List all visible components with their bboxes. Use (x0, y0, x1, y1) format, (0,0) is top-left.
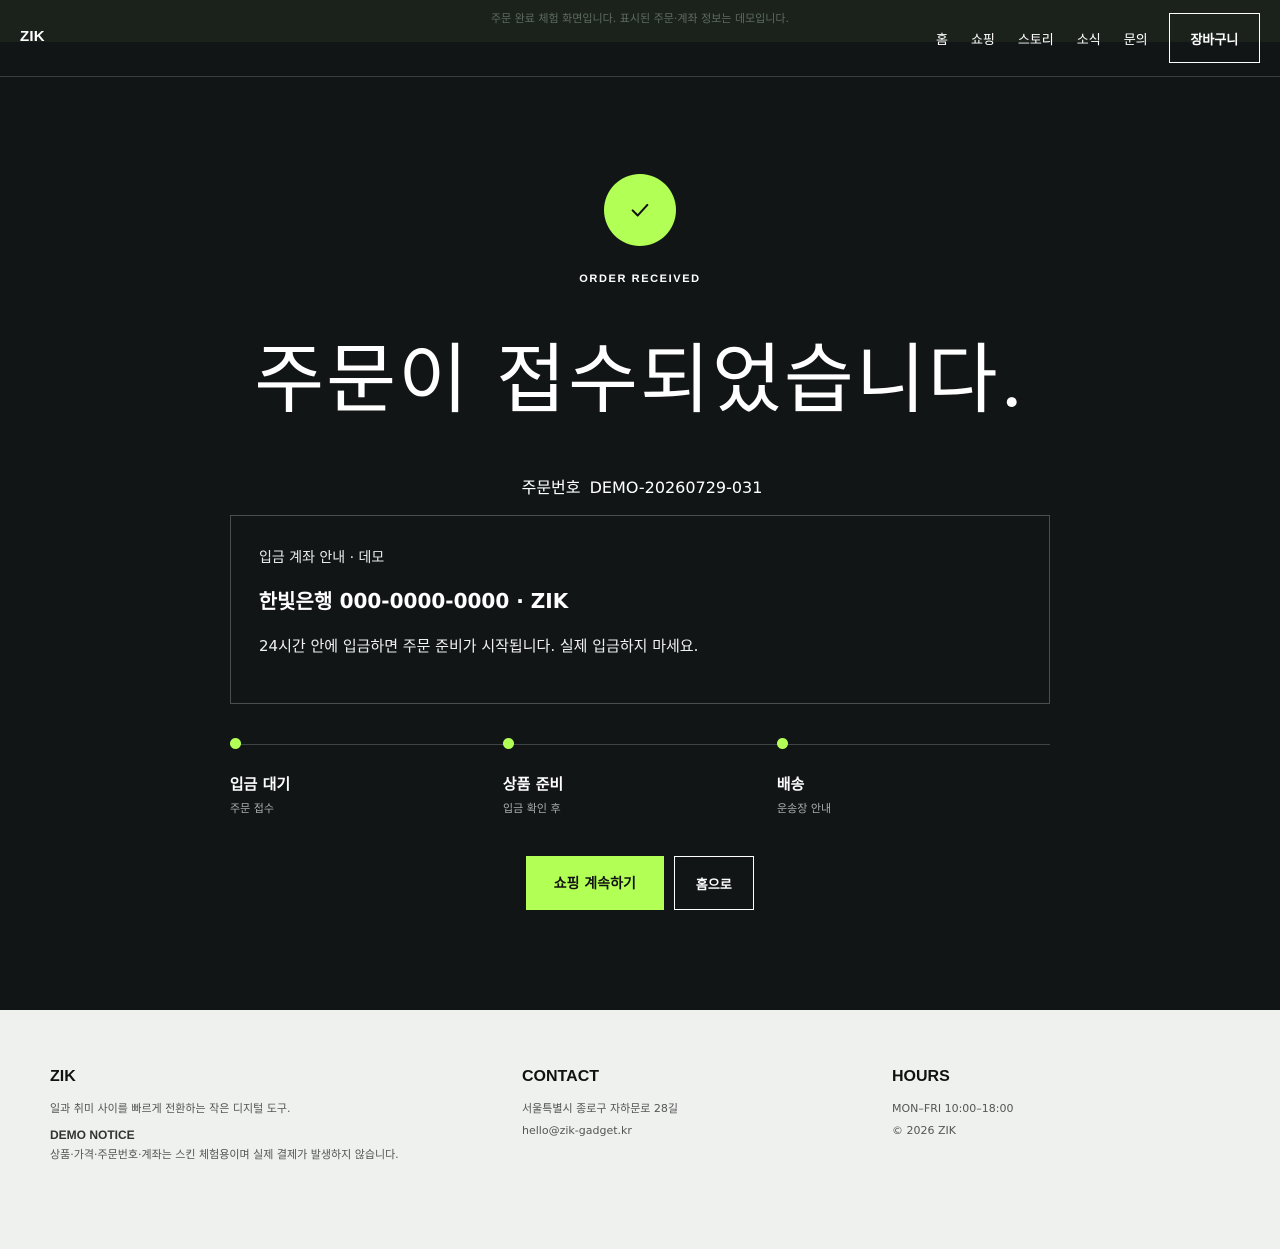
order-number-value: DEMO-20260729-031 (589, 478, 763, 497)
home-button[interactable]: 홈으로 (674, 856, 754, 910)
step-dot (503, 738, 514, 749)
footer-address: 서울특별시 종로구 자하문로 28길 (522, 1102, 679, 1115)
footer-hours-text: MON–FRI 10:00–18:00 (892, 1102, 1014, 1115)
step-title: 상품 준비 (503, 775, 564, 793)
continue-shopping-button[interactable]: 쇼핑 계속하기 (526, 856, 664, 910)
step-item: 입금 대기 주문 접수 (230, 738, 290, 816)
site-header: ZIK 홈 쇼핑 스토리 소식 문의 장바구니 (0, 0, 1280, 77)
nav-item-story[interactable]: 스토리 (1018, 29, 1054, 48)
step-dot (230, 738, 241, 749)
nav-item-contact[interactable]: 문의 (1124, 29, 1148, 48)
footer-hours-title: HOURS (892, 1068, 950, 1085)
nav-item-news[interactable]: 소식 (1077, 29, 1101, 48)
main-nav: 홈 쇼핑 스토리 소식 문의 (936, 29, 1148, 48)
deposit-account: 한빛은행 000-0000-0000 · ZIK (259, 589, 569, 613)
order-number-label: 주문번호 (521, 478, 581, 497)
footer-brand: ZIK 일과 취미 사이를 빠르게 전환하는 작은 디지털 도구. DEMO N… (50, 1068, 399, 1166)
footer-notice-title: DEMO NOTICE (50, 1128, 135, 1142)
page-title: 주문이 접수되었습니다. (254, 335, 1026, 424)
step-item: 배송 운송장 안내 (777, 738, 831, 816)
order-number: 주문번호 DEMO-20260729-031 (0, 474, 1280, 498)
steps-line (230, 744, 1050, 745)
step-item: 상품 준비 입금 확인 후 (503, 738, 563, 816)
check-icon (631, 203, 649, 217)
footer-email[interactable]: hello@zik-gadget.kr (522, 1120, 678, 1142)
check-badge (604, 174, 676, 246)
footer-brand-desc: 일과 취미 사이를 빠르게 전환하는 작은 디지털 도구. (50, 1102, 291, 1115)
deposit-note: 24시간 안에 입금하면 주문 준비가 시작됩니다. 실제 입금하지 마세요. (259, 637, 699, 655)
step-sub: 운송장 안내 (777, 802, 832, 815)
step-title: 입금 대기 (230, 775, 291, 793)
nav-item-home[interactable]: 홈 (936, 29, 948, 48)
order-eyebrow: ORDER RECEIVED (579, 273, 701, 285)
footer-contact: CONTACT 서울특별시 종로구 자하문로 28길 hello@zik-gad… (522, 1068, 678, 1142)
footer-hours: HOURS MON–FRI 10:00–18:00 © 2026 ZIK (892, 1068, 1014, 1142)
step-title: 배송 (777, 775, 805, 793)
site-footer: ZIK 일과 취미 사이를 빠르게 전환하는 작은 디지털 도구. DEMO N… (0, 1010, 1280, 1249)
cart-button[interactable]: 장바구니 (1169, 13, 1260, 63)
step-sub: 주문 접수 (230, 802, 274, 815)
step-sub: 입금 확인 후 (503, 802, 561, 815)
deposit-label: 입금 계좌 안내 · 데모 (259, 550, 385, 566)
footer-contact-title: CONTACT (522, 1068, 600, 1085)
logo[interactable]: ZIK (20, 28, 45, 45)
footer-brand-title: ZIK (50, 1068, 76, 1085)
footer-notice-text: 상품·가격·주문번호·계좌는 스킨 체험용이며 실제 결제가 발생하지 않습니다… (50, 1148, 399, 1161)
step-dot (777, 738, 788, 749)
nav-item-shop[interactable]: 쇼핑 (971, 29, 995, 48)
deposit-card: 입금 계좌 안내 · 데모 한빛은행 000-0000-0000 · ZIK 2… (230, 515, 1050, 704)
footer-copyright: © 2026 ZIK (892, 1124, 956, 1137)
